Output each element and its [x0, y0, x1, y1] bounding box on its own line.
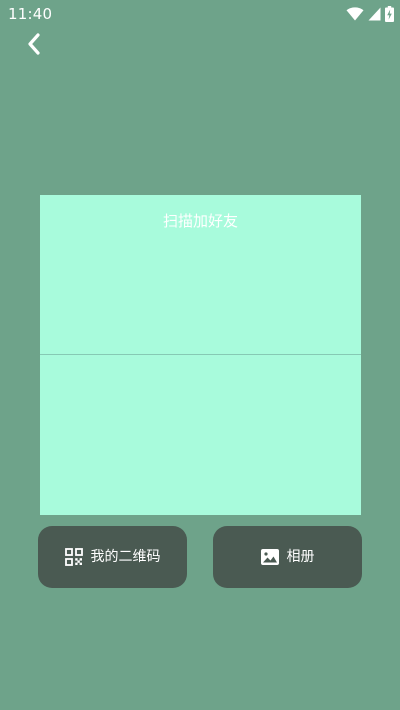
album-button[interactable]: 相册 — [213, 526, 362, 588]
status-icons — [346, 5, 394, 23]
signal-icon — [368, 7, 381, 21]
scan-line — [40, 354, 361, 355]
battery-charging-icon — [385, 6, 394, 22]
image-icon — [260, 549, 279, 565]
my-qr-code-button[interactable]: 我的二维码 — [38, 526, 187, 588]
scan-title: 扫描加好友 — [162, 212, 238, 230]
status-bar: 11:40 — [0, 0, 400, 28]
album-label: 相册 — [286, 549, 315, 565]
status-time: 11:40 — [8, 5, 53, 23]
back-button[interactable] — [20, 32, 48, 60]
wifi-icon — [346, 7, 364, 21]
chevron-left-icon — [26, 33, 42, 59]
scan-frame: 扫描加好友 — [40, 195, 361, 515]
my-qr-code-label: 我的二维码 — [90, 549, 161, 565]
qr-code-icon — [64, 548, 83, 566]
